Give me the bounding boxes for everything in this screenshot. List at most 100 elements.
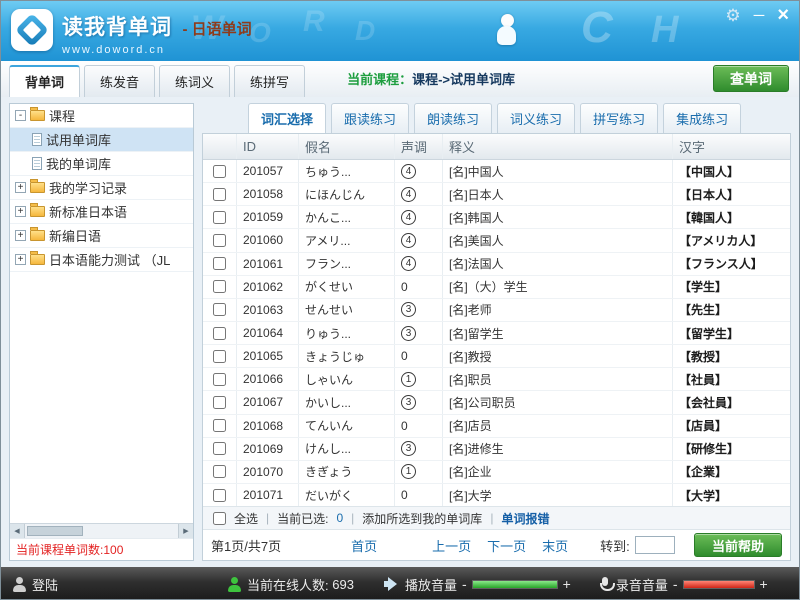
row-checkbox[interactable] <box>213 257 226 270</box>
cell-kana: かんこ... <box>299 206 395 228</box>
tab-2[interactable]: 练发音 <box>84 65 155 97</box>
row-checkbox[interactable] <box>213 211 226 224</box>
subtab-1[interactable]: 词汇选择 <box>248 103 326 133</box>
record-volume-increase-button[interactable]: + <box>760 576 768 592</box>
tree-item-1[interactable]: -课程 <box>10 104 193 128</box>
cell-kanji: 【店員】 <box>673 415 790 437</box>
subtab-3[interactable]: 朗读练习 <box>414 103 492 133</box>
file-icon <box>32 133 42 146</box>
watermark-letter: D <box>355 15 375 47</box>
cell-meaning: [名]美国人 <box>443 229 673 251</box>
tree-item-6[interactable]: +新编日语 <box>10 224 193 248</box>
row-checkbox[interactable] <box>213 419 226 432</box>
selected-count-value: 0 <box>336 511 343 525</box>
online-count-label: 当前在线人数: <box>247 575 329 594</box>
subtab-2[interactable]: 跟读练习 <box>331 103 409 133</box>
subtab-6[interactable]: 集成练习 <box>663 103 741 133</box>
current-help-button[interactable]: 当前帮助 <box>694 533 782 557</box>
prev-page-link[interactable]: 上一页 <box>432 536 471 555</box>
pagination-bar: 第1页/共7页 首页 上一页 下一页 末页 转到: 当前帮助 <box>203 530 790 560</box>
cell-select <box>203 299 237 321</box>
tab-1[interactable]: 背单词 <box>9 65 80 97</box>
row-checkbox[interactable] <box>213 489 226 502</box>
cell-id: 201071 <box>237 484 299 506</box>
tree-toggle-icon[interactable]: - <box>15 110 26 121</box>
row-checkbox[interactable] <box>213 396 226 409</box>
watermark-letter: O <box>249 17 271 49</box>
row-checkbox[interactable] <box>213 234 226 247</box>
row-checkbox[interactable] <box>213 188 226 201</box>
word-table: ID假名声调释义汉字 201057ちゅう...4[名]中国人【中国人】20105… <box>202 133 791 561</box>
tab-4[interactable]: 练拼写 <box>234 65 305 97</box>
row-checkbox[interactable] <box>213 373 226 386</box>
subtab-5[interactable]: 拼写练习 <box>580 103 658 133</box>
tree-item-4[interactable]: + 我的学习记录 <box>10 176 193 200</box>
header-cell-5: 汉字 <box>673 134 790 159</box>
cell-tone: 3 <box>395 322 443 344</box>
header-cell-1: ID <box>237 134 299 159</box>
page-info: 第1页/共7页 <box>211 536 281 555</box>
record-volume-decrease-button[interactable]: - <box>673 576 678 592</box>
cell-kanji: 【大学】 <box>673 484 790 506</box>
cell-id: 201060 <box>237 229 299 251</box>
play-volume-increase-button[interactable]: + <box>563 576 571 592</box>
row-checkbox[interactable] <box>213 280 226 293</box>
subtab-4[interactable]: 词义练习 <box>497 103 575 133</box>
play-volume-label: 播放音量 <box>405 575 457 594</box>
tree-toggle-icon[interactable]: + <box>15 254 26 265</box>
tree-item-2[interactable]: 试用单词库 <box>10 128 193 152</box>
scroll-right-icon[interactable]: ▶ <box>178 524 193 538</box>
record-volume-slider[interactable] <box>683 580 755 589</box>
tone-value: 4 <box>401 210 416 225</box>
sidebar-hscrollbar[interactable]: ◀ ▶ <box>10 523 193 538</box>
cell-meaning: [名]老师 <box>443 299 673 321</box>
add-to-my-wordbank-link[interactable]: 添加所选到我的单词库 <box>362 510 482 527</box>
goto-page-input[interactable] <box>635 536 675 554</box>
tree-toggle-icon[interactable]: + <box>15 230 26 241</box>
play-volume-slider[interactable] <box>472 580 558 589</box>
tree-toggle-icon[interactable]: + <box>15 206 26 217</box>
search-word-button[interactable]: 查单词 <box>713 65 789 92</box>
table-row: 201058にほんじん4[名]日本人【日本人】 <box>203 183 790 206</box>
settings-gear-icon[interactable]: ⚙ <box>725 7 740 24</box>
tree-item-7[interactable]: +日本语能力测试 （JL <box>10 248 193 272</box>
tab-3[interactable]: 练词义 <box>159 65 230 97</box>
cell-id: 201069 <box>237 438 299 460</box>
cell-kanji: 【中国人】 <box>673 160 790 182</box>
row-checkbox[interactable] <box>213 442 226 455</box>
next-page-link[interactable]: 下一页 <box>487 536 526 555</box>
tone-value: 3 <box>401 302 416 317</box>
cell-select <box>203 206 237 228</box>
mascot-graphic <box>497 14 521 52</box>
row-checkbox[interactable] <box>213 350 226 363</box>
cell-kana: けんし... <box>299 438 395 460</box>
last-page-link[interactable]: 末页 <box>542 536 568 555</box>
app-logo-text: 读我背单词 - 日语单词 www.doword.cn <box>62 9 252 56</box>
select-all-checkbox[interactable] <box>213 512 226 525</box>
cell-tone: 4 <box>395 253 443 275</box>
tree-item-label: 我的学习记录 <box>49 178 127 197</box>
tree-toggle-icon[interactable]: + <box>15 182 26 193</box>
first-page-link[interactable]: 首页 <box>351 536 377 555</box>
select-all-label[interactable]: 全选 <box>234 510 258 527</box>
scroll-left-icon[interactable]: ◀ <box>10 524 25 538</box>
minimize-icon[interactable]: ─ <box>754 8 765 23</box>
cell-kana: かいし... <box>299 391 395 413</box>
tree-item-5[interactable]: +新标准日本语 <box>10 200 193 224</box>
cell-kanji: 【社員】 <box>673 368 790 390</box>
table-row: 201063せんせい3[名]老师【先生】 <box>203 299 790 322</box>
row-checkbox[interactable] <box>213 465 226 478</box>
statusbar: 登陆 当前在线人数: 693 播放音量 - + 录音音量 - + <box>1 567 799 600</box>
play-volume-decrease-button[interactable]: - <box>462 576 467 592</box>
report-word-error-link[interactable]: 单词报错 <box>501 510 549 527</box>
login-button[interactable]: 登陆 <box>13 575 58 594</box>
row-checkbox[interactable] <box>213 165 226 178</box>
scrollbar-thumb[interactable] <box>27 526 83 536</box>
row-checkbox[interactable] <box>213 303 226 316</box>
close-icon[interactable]: × <box>777 5 789 25</box>
cell-kanji: 【教授】 <box>673 345 790 367</box>
table-row: 201059かんこ...4[名]韩国人【韓国人】 <box>203 206 790 229</box>
tree-item-3[interactable]: 我的单词库 <box>10 152 193 176</box>
row-checkbox[interactable] <box>213 327 226 340</box>
cell-kanji: 【会社員】 <box>673 391 790 413</box>
